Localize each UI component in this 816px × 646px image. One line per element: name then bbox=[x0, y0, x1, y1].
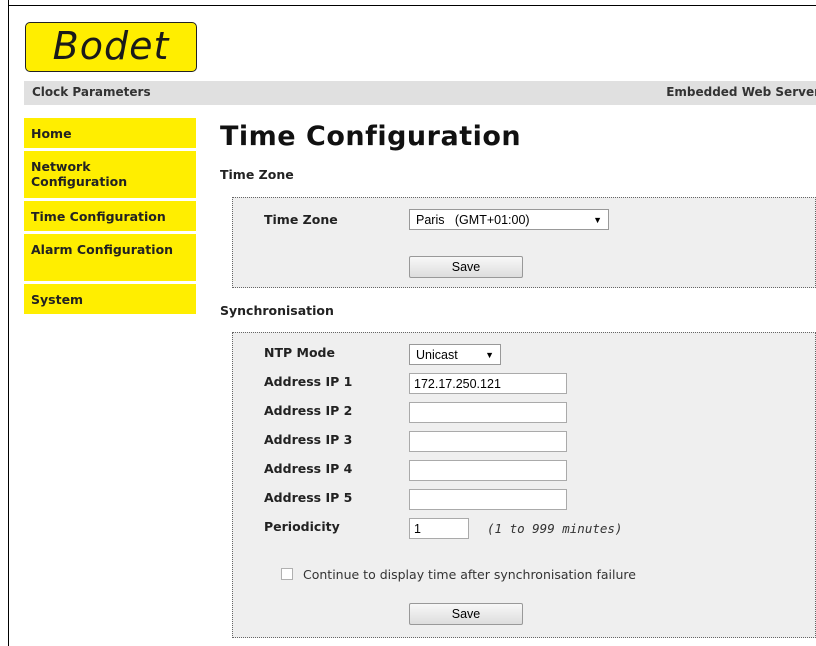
periodicity-hint: (1 to 999 minutes) bbox=[487, 521, 623, 536]
address-ip-2-label: Address IP 2 bbox=[264, 403, 353, 418]
address-ip-2-input[interactable] bbox=[409, 402, 567, 423]
page-frame-left bbox=[8, 0, 9, 646]
timezone-select-value: Paris (GMT+01:00) bbox=[416, 212, 530, 227]
sync-panel: NTP Mode Unicast ▼ Address IP 1 172.17.2… bbox=[232, 332, 816, 638]
timezone-panel: Time Zone Paris (GMT+01:00) ▼ Save bbox=[232, 197, 816, 288]
ntp-mode-select[interactable]: Unicast ▼ bbox=[409, 344, 501, 365]
sidebar-item-network-configuration[interactable]: Network Configuration bbox=[24, 151, 196, 198]
sidebar-item-alarm-configuration[interactable]: Alarm Configuration bbox=[24, 234, 196, 281]
timezone-section-title: Time Zone bbox=[220, 167, 294, 182]
sync-section-title: Synchronisation bbox=[220, 303, 334, 318]
header-bar: Clock Parameters Embedded Web Server bbox=[24, 81, 816, 105]
timezone-label: Time Zone bbox=[264, 212, 338, 227]
address-ip-5-input[interactable] bbox=[409, 489, 567, 510]
address-ip-1-input[interactable]: 172.17.250.121 bbox=[409, 373, 567, 394]
logo-text: Bodet bbox=[52, 24, 170, 68]
timezone-save-button[interactable]: Save bbox=[409, 256, 523, 278]
dropdown-arrow-icon: ▼ bbox=[593, 214, 602, 225]
page-title: Time Configuration bbox=[220, 121, 522, 152]
periodicity-input[interactable]: 1 bbox=[409, 518, 469, 539]
address-ip-1-label: Address IP 1 bbox=[264, 374, 353, 389]
sidebar-item-home[interactable]: Home bbox=[24, 118, 196, 148]
address-ip-4-label: Address IP 4 bbox=[264, 461, 353, 476]
address-ip-3-input[interactable] bbox=[409, 431, 567, 452]
periodicity-label: Periodicity bbox=[264, 519, 340, 534]
dropdown-arrow-icon: ▼ bbox=[485, 349, 494, 360]
header-title: Clock Parameters bbox=[32, 85, 151, 99]
continue-display-label: Continue to display time after synchroni… bbox=[303, 567, 636, 582]
continue-display-checkbox[interactable] bbox=[281, 568, 293, 580]
address-ip-5-label: Address IP 5 bbox=[264, 490, 353, 505]
address-ip-3-label: Address IP 3 bbox=[264, 432, 353, 447]
sync-save-button[interactable]: Save bbox=[409, 603, 523, 625]
address-ip-4-input[interactable] bbox=[409, 460, 567, 481]
sidebar-item-system[interactable]: System bbox=[24, 284, 196, 314]
ntp-mode-select-value: Unicast bbox=[416, 347, 458, 362]
timezone-select[interactable]: Paris (GMT+01:00) ▼ bbox=[409, 209, 609, 230]
ntp-mode-label: NTP Mode bbox=[264, 345, 335, 360]
sidebar-nav: Home Network Configuration Time Configur… bbox=[24, 118, 196, 317]
sidebar-item-time-configuration[interactable]: Time Configuration bbox=[24, 201, 196, 231]
header-server-label: Embedded Web Server bbox=[666, 85, 816, 99]
bodet-logo: Bodet bbox=[25, 22, 197, 72]
page-frame-top bbox=[8, 5, 816, 6]
